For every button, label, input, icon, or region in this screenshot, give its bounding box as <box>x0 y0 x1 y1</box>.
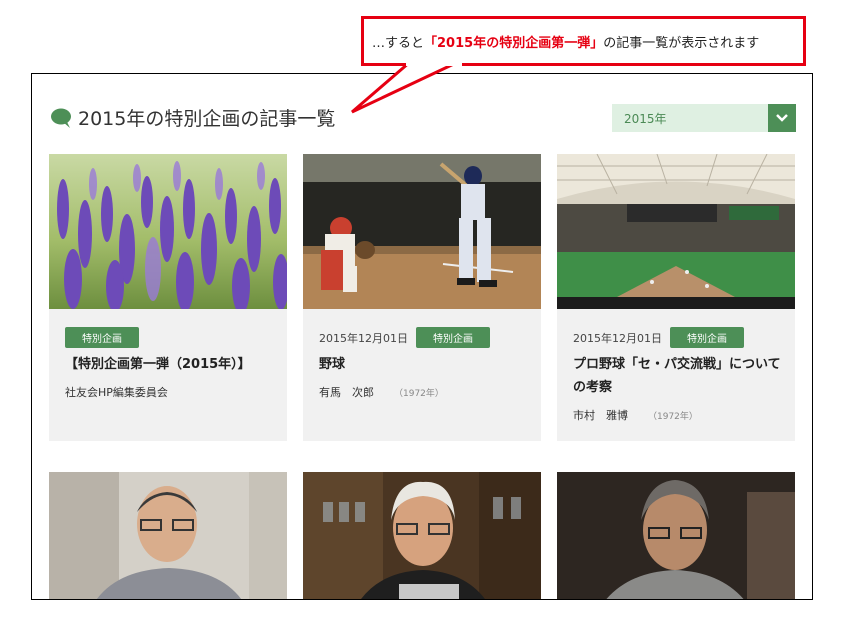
category-badge[interactable]: 特別企画 <box>65 327 139 348</box>
card-author: 社友会HP編集委員会 <box>65 384 168 400</box>
category-badge[interactable]: 特別企画 <box>670 327 744 348</box>
callout-prefix: …すると <box>372 36 425 51</box>
baseball-batter-photo[interactable] <box>303 154 541 309</box>
portrait-man-dark-photo[interactable] <box>557 472 795 599</box>
portrait-man-white-hair-photo[interactable] <box>303 472 541 599</box>
article-card[interactable] <box>557 472 795 599</box>
author-year: （1972年） <box>648 412 698 422</box>
article-card[interactable] <box>303 472 541 599</box>
page-title: 2015年の特別企画の記事一覧 <box>50 104 335 131</box>
article-card[interactable]: 2015年12月01日 特別企画 プロ野球「セ・パ交流戦」についての考察 市村 … <box>557 154 795 441</box>
card-meta: 2015年12月01日 特別企画 <box>573 327 744 348</box>
card-author: 有馬 次郎 （1972年） <box>319 384 444 400</box>
callout-suffix: の記事一覧が表示されます <box>603 36 760 51</box>
card-meta: 特別企画 <box>65 327 139 348</box>
year-select-value: 2015年 <box>624 111 667 126</box>
article-card[interactable]: 2015年12月01日 特別企画 野球 有馬 次郎 （1972年） <box>303 154 541 441</box>
author-year: （1972年） <box>394 389 444 399</box>
annotation-callout: …すると「2015年の特別企画第一弾」の記事一覧が表示されます <box>361 16 806 66</box>
article-card[interactable] <box>49 472 287 599</box>
year-select[interactable]: 2015年 <box>612 104 796 132</box>
author-name: 社友会HP編集委員会 <box>65 386 168 399</box>
callout-pointer <box>351 62 462 114</box>
lavender-field-photo[interactable] <box>49 154 287 309</box>
author-name: 市村 雅博 <box>573 409 628 422</box>
card-title[interactable]: プロ野球「セ・パ交流戦」についての考察 <box>573 353 785 399</box>
card-meta: 2015年12月01日 特別企画 <box>319 327 490 348</box>
callout-highlight: 「2015年の特別企画第一弾」 <box>424 36 604 51</box>
article-card[interactable]: 特別企画 【特別企画第一弾（2015年）】 社友会HP編集委員会 <box>49 154 287 441</box>
author-name: 有馬 次郎 <box>319 386 374 399</box>
card-title[interactable]: 野球 <box>319 353 531 376</box>
baseball-dome-photo[interactable] <box>557 154 795 309</box>
category-badge[interactable]: 特別企画 <box>416 327 490 348</box>
card-date: 2015年12月01日 <box>573 331 662 345</box>
chevron-down-icon[interactable] <box>768 104 796 132</box>
card-author: 市村 雅博 （1972年） <box>573 407 698 423</box>
card-title[interactable]: 【特別企画第一弾（2015年）】 <box>65 353 277 376</box>
website-frame: 2015年の特別企画の記事一覧 2015年 特別企画 【特別企画第一弾（2015… <box>31 73 813 600</box>
card-date: 2015年12月01日 <box>319 331 408 345</box>
portrait-man-glasses-photo[interactable] <box>49 472 287 599</box>
page-title-text: 2015年の特別企画の記事一覧 <box>78 108 336 130</box>
speech-bubble-icon <box>51 108 71 128</box>
